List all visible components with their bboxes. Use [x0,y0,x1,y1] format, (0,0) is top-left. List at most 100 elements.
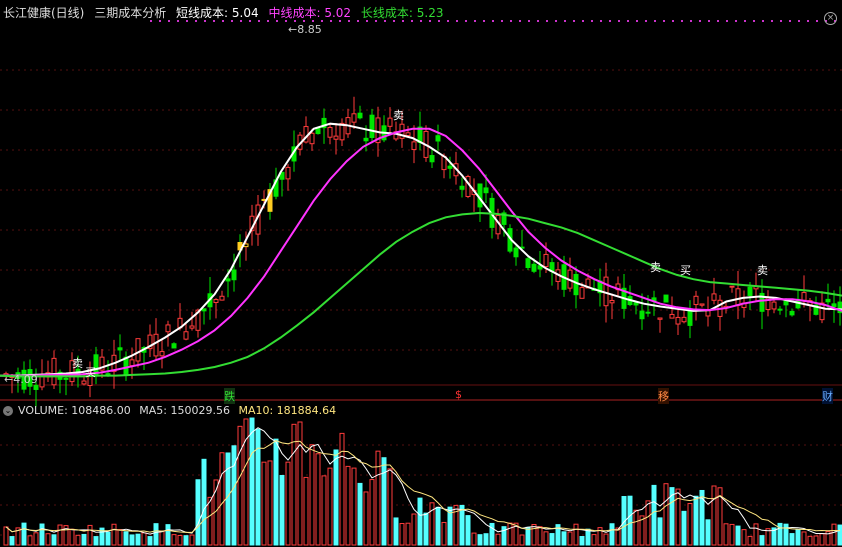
volume-bar [369,479,375,546]
top-dot [537,20,539,22]
volume-bar [303,476,309,546]
candle-body [483,187,489,194]
volume-bar [75,534,81,546]
volume-bar [183,535,189,546]
volume-bar [465,515,471,546]
volume-bar [147,536,153,546]
indicator-name[interactable]: 三期成本分析 [94,6,166,20]
candle-body [645,311,651,314]
candle-body [579,287,585,299]
volume-bar [747,535,753,546]
volume-bar [591,534,597,546]
volume-bar [831,523,837,546]
volume-bar [837,524,842,546]
close-icon[interactable]: × [824,12,837,25]
volume-bar [129,534,135,546]
volume-bar [543,531,549,546]
volume-bar [351,467,357,546]
candle-body [183,331,189,340]
volume-bar [501,526,507,546]
top-dot [519,20,521,22]
top-dot [618,20,620,22]
top-dot [798,20,800,22]
candle-body [447,165,453,169]
candle-body [333,135,339,140]
volume-bar [363,491,369,546]
volume-bar [441,521,447,546]
top-dot [690,20,692,22]
candle-body [357,112,363,119]
volume-bar [483,533,489,546]
volume-bar [801,531,807,546]
candle-body [513,247,519,258]
stock-name: 长江健康(日线) [3,6,85,20]
candle-body [465,176,471,197]
candle-body [633,302,639,306]
volume-bar [195,479,201,546]
candle-body [435,135,441,142]
event-marker[interactable]: 移 [658,388,669,404]
volume-bar [117,529,123,546]
volume-bar [519,534,525,546]
candle-body [663,294,669,303]
volume-bar [345,465,351,546]
volume-bar [609,523,615,546]
short-cost-line [0,122,842,377]
volume-bar [675,488,681,546]
volume-bar [309,444,315,546]
candle-body [459,185,465,190]
candle-body [117,347,123,351]
candle-body [675,316,681,325]
candle-body [81,380,87,385]
volume-bar [57,524,63,546]
top-dot [465,20,467,22]
volume-bar [537,526,543,546]
price-chart [0,20,842,546]
chevron-down-icon[interactable]: ⌄ [3,406,13,416]
volume-bar [459,504,465,546]
candle-body [201,308,207,312]
top-dot [744,20,746,22]
volume-bar [9,536,15,546]
top-dot [564,20,566,22]
volume-bar [375,450,381,546]
volume-bar [399,523,405,546]
candle-body [669,313,675,319]
volume-bar [123,531,129,546]
volume-bar [657,517,663,546]
signal-label: 卖 [393,109,404,122]
volume-bar [153,523,159,546]
short-cost-label: 短线成本: 5.04 [176,6,259,20]
volume-bar [165,524,171,546]
top-dot [654,20,656,22]
top-dot [753,20,755,22]
volume-bar [51,534,57,546]
volume-bar [477,534,483,546]
candle-body [171,343,177,349]
candle-body [213,299,219,304]
signal-label: 卖 [757,264,768,277]
top-dot [636,20,638,22]
signal-label: 买 [680,264,691,277]
volume-bar [381,457,387,546]
signal-label: 卖 [72,357,83,370]
volume-bar [111,523,117,546]
candle-body [225,278,231,282]
volume-bar [297,421,303,546]
candle-body [309,132,315,145]
volume-bar [225,452,231,546]
volume-bar [231,445,237,546]
cost-lines [0,122,842,378]
volume-bar [495,533,501,546]
candle-body [687,309,693,326]
event-marker[interactable]: 跌 [224,388,235,404]
volume-bar [795,529,801,546]
top-dot [789,20,791,22]
volume-bar [729,523,735,546]
event-marker[interactable]: $ [455,388,462,401]
volume-bar [549,533,555,546]
volume-bar [177,534,183,546]
event-marker[interactable]: 财 [822,388,833,404]
signal-label: 买 [85,366,96,379]
volume-bar [339,432,345,546]
